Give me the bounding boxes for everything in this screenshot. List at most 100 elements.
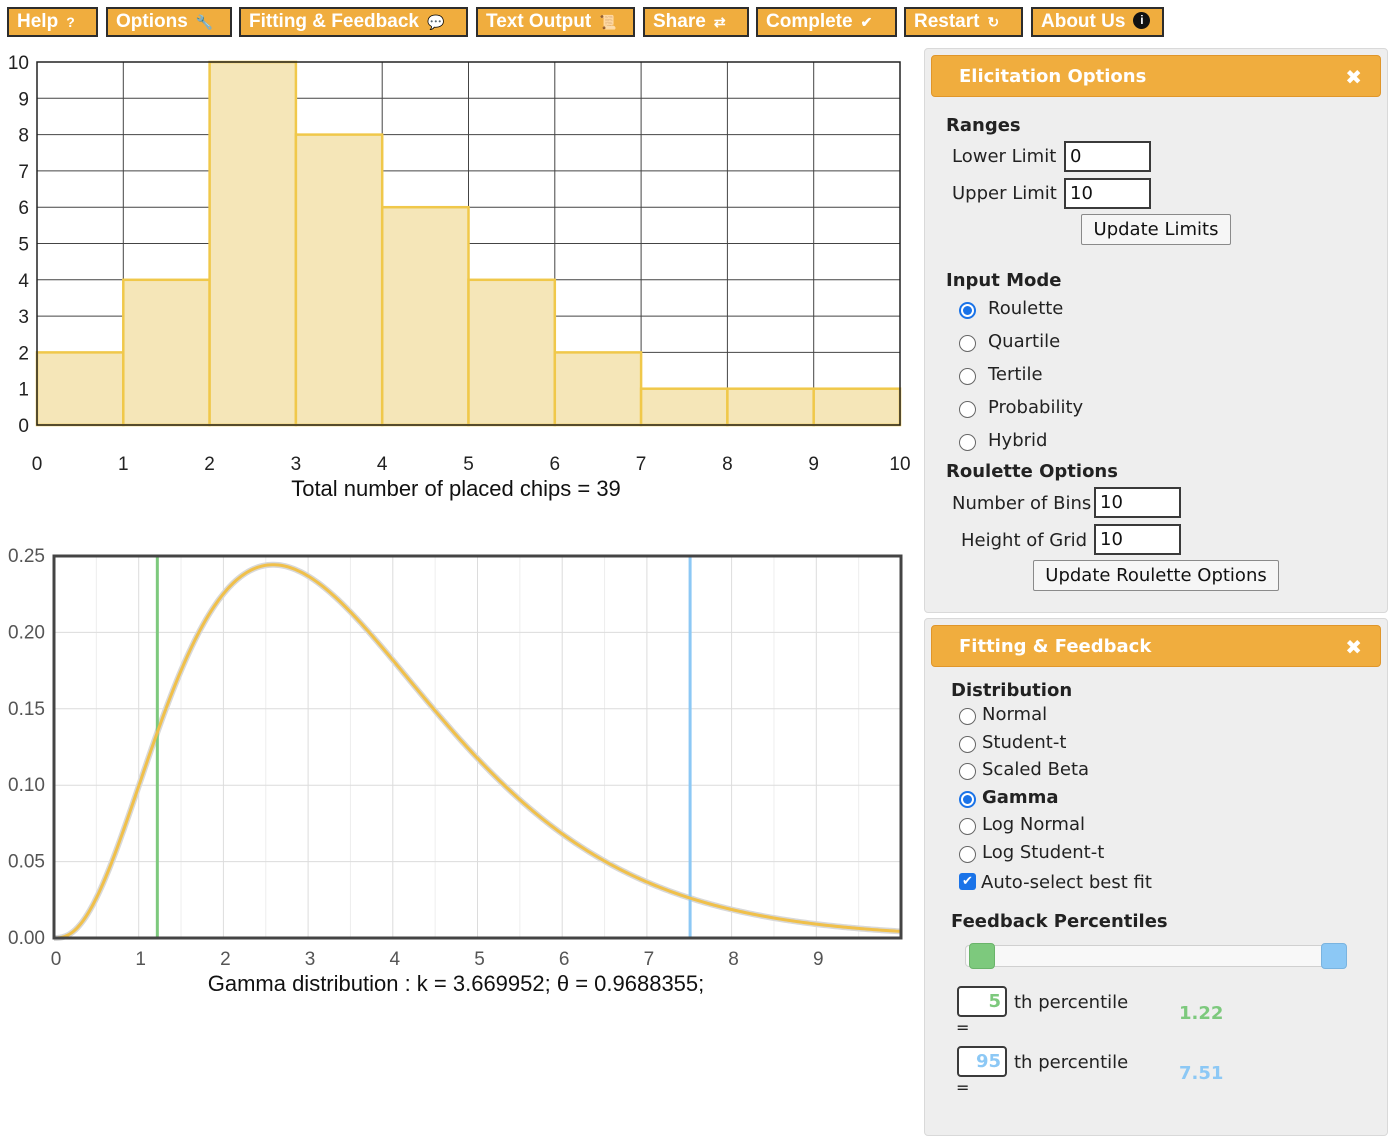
toolbar-button-label: About Us xyxy=(1041,11,1126,32)
input-mode-heading: Input Mode xyxy=(946,270,1062,291)
y-tick-label: 3 xyxy=(18,307,29,328)
y-tick-label: 0.20 xyxy=(8,622,45,643)
y-tick-label: 10 xyxy=(8,53,29,74)
lower-equals: = xyxy=(956,1018,970,1037)
x-tick-label: 8 xyxy=(728,949,739,970)
comment-icon: 💬 xyxy=(426,14,445,30)
histogram-bar[interactable] xyxy=(380,205,470,427)
percentile-slider[interactable] xyxy=(965,945,1347,967)
toolbar-button-label: Options xyxy=(116,11,188,33)
number-of-bins-input[interactable]: 10 xyxy=(1094,487,1181,518)
x-tick-label: 7 xyxy=(636,454,647,475)
y-tick-label: 0 xyxy=(18,416,29,437)
feedback-percentiles-heading: Feedback Percentiles xyxy=(951,911,1168,932)
update-roulette-options-button[interactable]: Update Roulette Options xyxy=(1033,560,1279,591)
upper-equals: = xyxy=(956,1078,970,1097)
histogram-bar[interactable] xyxy=(122,278,211,427)
x-tick-label: 6 xyxy=(550,454,561,475)
distribution-label: Gamma xyxy=(982,786,1059,808)
x-tick-label: 2 xyxy=(204,454,215,475)
lower-limit-label: Lower Limit xyxy=(952,146,1057,167)
input-mode-radio-tertile[interactable] xyxy=(959,368,976,385)
y-tick-label: 7 xyxy=(18,162,29,183)
input-mode-label: Probability xyxy=(988,397,1084,418)
distribution-radio-gamma[interactable] xyxy=(959,790,976,808)
histogram-bar[interactable] xyxy=(639,387,729,427)
lower-percentile-value: 1.22 xyxy=(1179,1003,1224,1024)
input-mode-radio-hybrid[interactable] xyxy=(959,434,976,451)
distribution-radio-log-normal[interactable] xyxy=(959,818,976,836)
y-tick-label: 6 xyxy=(18,198,29,219)
input-mode-radio-roulette[interactable] xyxy=(959,302,976,319)
x-tick-label: 2 xyxy=(220,949,231,970)
histogram-bar[interactable] xyxy=(35,351,125,427)
refresh-icon: ↻ xyxy=(987,14,1000,30)
elicitation-options-panel: Elicitation Options ✖ Ranges Lower Limit… xyxy=(924,48,1388,613)
y-tick-label: 0.10 xyxy=(8,775,45,796)
upper-limit-label: Upper Limit xyxy=(952,183,1057,204)
share-button[interactable]: Share ⇄ xyxy=(643,7,749,37)
x-tick-label: 1 xyxy=(118,454,129,475)
x-tick-label: 0 xyxy=(51,949,62,970)
close-icon[interactable]: ✖ xyxy=(1345,626,1362,668)
histogram-bar[interactable] xyxy=(208,60,298,427)
input-mode-radio-quartile[interactable] xyxy=(959,335,976,352)
histogram-bar[interactable] xyxy=(812,387,902,427)
auto-select-checkbox[interactable]: ✔ xyxy=(959,873,976,890)
roulette-chart[interactable]: 0 1 2 3 4 5 6 7 8 9 10 0 1 2 3 4 5 6 7 8 9 10 Total number of … xyxy=(0,46,915,516)
y-tick-label: 0.25 xyxy=(8,546,45,567)
x-tick-label: 8 xyxy=(722,454,733,475)
distribution-radio-student-t[interactable] xyxy=(959,735,976,753)
toolbar-button-label: Restart xyxy=(914,11,980,33)
distribution-caption: Gamma distribution : k = 3.669952; θ = 0… xyxy=(208,971,705,996)
y-tick-label: 9 xyxy=(18,89,29,110)
x-tick-label: 9 xyxy=(813,949,824,970)
x-tick-label: 3 xyxy=(291,454,302,475)
options-button[interactable]: Options 🔧 xyxy=(106,7,232,37)
wrench-icon: 🔧 xyxy=(195,14,214,30)
height-of-grid-input[interactable]: 10 xyxy=(1094,524,1181,555)
lower-percentile-input[interactable]: 5 xyxy=(957,986,1007,1017)
about-us-button[interactable]: About Us i xyxy=(1031,7,1164,37)
distribution-label: Log Student-t xyxy=(982,842,1105,863)
text-output-button[interactable]: Text Output 📜 xyxy=(476,7,635,37)
x-tick-label: 9 xyxy=(808,454,819,475)
ranges-heading: Ranges xyxy=(946,115,1021,136)
upper-percentile-handle[interactable] xyxy=(1321,943,1347,969)
toolbar-button-label: Text Output xyxy=(486,11,592,33)
update-limits-button[interactable]: Update Limits xyxy=(1081,214,1231,245)
check-icon: ✔ xyxy=(860,14,873,30)
auto-select-label: Auto-select best fit xyxy=(981,872,1152,893)
histogram-bar[interactable] xyxy=(294,133,384,427)
distribution-radio-normal[interactable] xyxy=(959,708,976,725)
panel-header: Fitting & Feedback ✖ xyxy=(931,625,1381,667)
histogram-bar[interactable] xyxy=(726,387,815,427)
question-icon: ? xyxy=(66,14,75,30)
roulette-options-heading: Roulette Options xyxy=(946,461,1118,482)
info-icon: i xyxy=(1133,11,1151,29)
input-mode-radio-probability[interactable] xyxy=(959,401,976,418)
complete-button[interactable]: Complete ✔ xyxy=(756,7,897,37)
upper-percentile-input[interactable]: 95 xyxy=(957,1046,1007,1077)
panel-title: Fitting & Feedback xyxy=(959,636,1152,657)
restart-button[interactable]: Restart ↻ xyxy=(904,7,1023,37)
fitting-feedback-button[interactable]: Fitting & Feedback 💬 xyxy=(239,7,468,37)
close-icon[interactable]: ✖ xyxy=(1345,56,1362,98)
number-of-bins-label: Number of Bins xyxy=(952,493,1092,514)
input-mode-label: Quartile xyxy=(988,331,1061,352)
histogram-bar[interactable] xyxy=(467,278,557,427)
upper-limit-input[interactable]: 10 xyxy=(1064,178,1151,209)
input-mode-label: Roulette xyxy=(988,298,1064,319)
distribution-radio-log-student-t[interactable] xyxy=(959,846,976,863)
exchange-icon: ⇄ xyxy=(713,14,726,30)
y-tick-label: 8 xyxy=(18,126,29,147)
lower-percentile-handle[interactable] xyxy=(969,943,995,969)
histogram-bar[interactable] xyxy=(553,351,643,427)
help-button[interactable]: Help? xyxy=(7,7,98,37)
distribution-radio-scaled-beta[interactable] xyxy=(959,763,976,781)
toolbar-button-label: Help xyxy=(17,11,59,33)
input-mode-label: Hybrid xyxy=(988,430,1048,451)
toolbar-button-label: Share xyxy=(653,11,706,33)
upper-percentile-value: 7.51 xyxy=(1179,1063,1224,1084)
lower-limit-input[interactable]: 0 xyxy=(1064,141,1151,172)
